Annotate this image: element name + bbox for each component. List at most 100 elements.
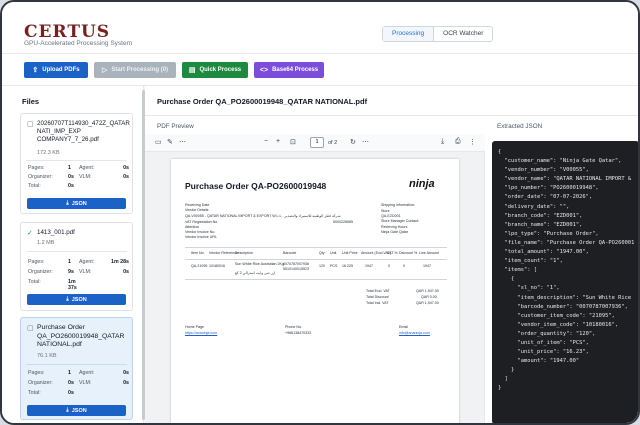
file-name: 20260707T114930_472Z_QATAR NATI_IMP_EXP … [37,120,130,143]
doc-field: Receiving Hours [381,225,408,229]
json-viewer[interactable]: { "customer_name": "Ninja Gate Qatar", "… [492,141,638,423]
stat-pages: Pages: 1 [28,259,76,265]
stat-agent: Agent: 0s [79,370,129,376]
json-button[interactable]: ⤓ JSON [27,405,126,416]
app-header: CERTUS GPU-Accelerated Processing System… [2,2,638,54]
doc-field: Attention [185,225,200,229]
upload-pdfs-button[interactable]: ⇪ Upload PDFs [24,62,88,78]
stat-label: Organizer: [28,269,53,275]
files-sidebar: Files ▢ 20260707T114930_472Z_QATAR NATI_… [2,86,144,423]
pdf-preview-pane: ▭ ✎ ⋯ − + ⊡ 1 of 2 ↻ ⋯ ⤓ ⎙ ⋮ Purchase Or… [145,134,485,423]
footer-value: +966138470333 [285,331,312,335]
file-name: Purchase Order QA_PO2600019948_QATAR NAT… [37,324,125,348]
download-icon: ⤓ [66,407,69,413]
email-link[interactable]: info@ananinja.com [399,331,430,335]
table-header: Item No. [191,251,205,255]
json-text: { "customer_name": "Ninja Gate Qatar", "… [498,149,635,392]
doc-field: Store [381,209,390,213]
sidebar-toggle-icon[interactable]: ▭ [155,138,162,146]
table-header: Unit Price [342,251,358,255]
more-vertical-icon[interactable]: ⋮ [469,138,476,146]
quick-process-label: Quick Process [199,67,242,73]
page-number-input[interactable]: 1 [310,137,324,148]
footer-label: Phone No. [285,325,302,329]
stat-total: Total: 0s [28,390,76,396]
document-icon: ▤ [188,67,196,74]
pen-icon[interactable]: ✎ [167,138,173,146]
doc-field: Shipping Information: [381,203,415,207]
stat-value: 0s [123,269,129,275]
stat-value: 0s [68,390,74,396]
stat-pages: Pages: 1 [28,165,76,171]
tab-processing[interactable]: Processing [383,27,435,41]
print-icon[interactable]: ⎙ [455,138,461,146]
json-button[interactable]: ⤓ JSON [27,294,126,305]
download-icon[interactable]: ⤓ [441,138,444,146]
stat-label: Total: [28,279,41,285]
page-total: of 2 [328,140,338,146]
pdf-page: Purchase Order QA-PO2600019948 ninja Rec… [171,159,459,423]
table-header: Description [235,251,253,255]
stat-agent: Agent: 1m 28s [79,259,129,265]
stat-organizer: Organizer: 9s [28,269,76,275]
doc-field: Store Manager Contact: [381,219,420,223]
stat-value: 1m 28s [111,259,129,265]
stat-label: Agent: [79,165,95,171]
zoom-in-icon[interactable]: + [276,138,280,145]
doc-field: Vendor Invoice URL [185,235,217,239]
stat-label: Total: [28,183,41,189]
homepage-link[interactable]: https://ananinja.com [185,331,217,335]
table-rule [185,259,447,260]
stat-total: Total: 1m 37s [28,279,77,291]
file-card[interactable]: ▢ 20260707T114930_472Z_QATAR NATI_IMP_EX… [20,113,133,214]
stat-label: Pages: [28,259,45,265]
table-cell: 1947 [423,264,431,268]
play-icon: ▷ [101,67,108,74]
stat-value: 1 [68,370,71,376]
divider [26,160,127,161]
doc-field: Receiving Date [185,203,210,207]
table-cell: 0 [403,264,405,268]
base64-process-button[interactable]: <> Base64 Process [254,62,324,78]
table-header: Unit [330,251,337,255]
stat-label: Agent: [79,259,95,265]
total-label: Total Incl. VAT [366,301,389,305]
file-size: 172.3 KB [37,150,60,156]
total-value: QAR 0.00 [421,295,437,299]
json-pane: { "customer_name": "Ninja Gate Qatar", "… [486,134,638,423]
rotate-icon[interactable]: ↻ [350,138,356,146]
json-button-label: JSON [71,296,87,303]
json-button[interactable]: ⤓ JSON [27,198,126,209]
file-icon: ▢ [27,325,34,332]
code-icon: <> [259,66,269,74]
more-icon[interactable]: ⋯ [362,138,369,146]
divider [26,251,127,252]
total-label: Total Excl. VAT [366,289,390,293]
start-processing-button[interactable]: ▷ Start Processing (0) [94,62,176,78]
app-subtitle: GPU-Accelerated Processing System [24,40,133,47]
stat-label: Pages: [28,370,45,376]
total-value: QAR 1,947.00 [416,289,439,293]
stat-value: 1m 37s [68,279,77,291]
divider [145,115,638,116]
po-title: Purchase Order QA-PO2600019948 [185,181,327,191]
json-button-label: JSON [71,200,87,207]
document-title: Purchase Order QA_PO2600019948_QATAR NAT… [157,97,368,106]
total-label: Total Discount [366,295,389,299]
main-panel: Purchase Order QA_PO2600019948_QATAR NAT… [145,86,638,423]
download-icon: ⤓ [66,296,69,302]
upload-icon: ⇪ [32,67,39,74]
stat-label: VLM: [79,174,92,180]
zoom-out-icon[interactable]: − [264,138,268,145]
table-cell: 120 [319,264,325,268]
table-header: Discount % [399,251,418,255]
table-cell: Sun White Rice Australian 2Kg [235,262,284,266]
file-card-selected[interactable]: ▢ Purchase Order QA_PO2600019948_QATAR N… [20,317,133,420]
fit-page-icon[interactable]: ⊡ [290,138,296,146]
quick-process-button[interactable]: ▤ Quick Process [182,62,248,78]
more-icon[interactable]: ⋯ [179,138,186,146]
file-card[interactable]: ✓ 1413_001.pdf 1.2 MB Pages: 1 Agent: 1m 2… [20,222,133,311]
tab-ocr-watcher[interactable]: OCR Watcher [434,27,492,41]
stat-label: Organizer: [28,380,53,386]
doc-field: QA-EZD001 [381,214,401,218]
